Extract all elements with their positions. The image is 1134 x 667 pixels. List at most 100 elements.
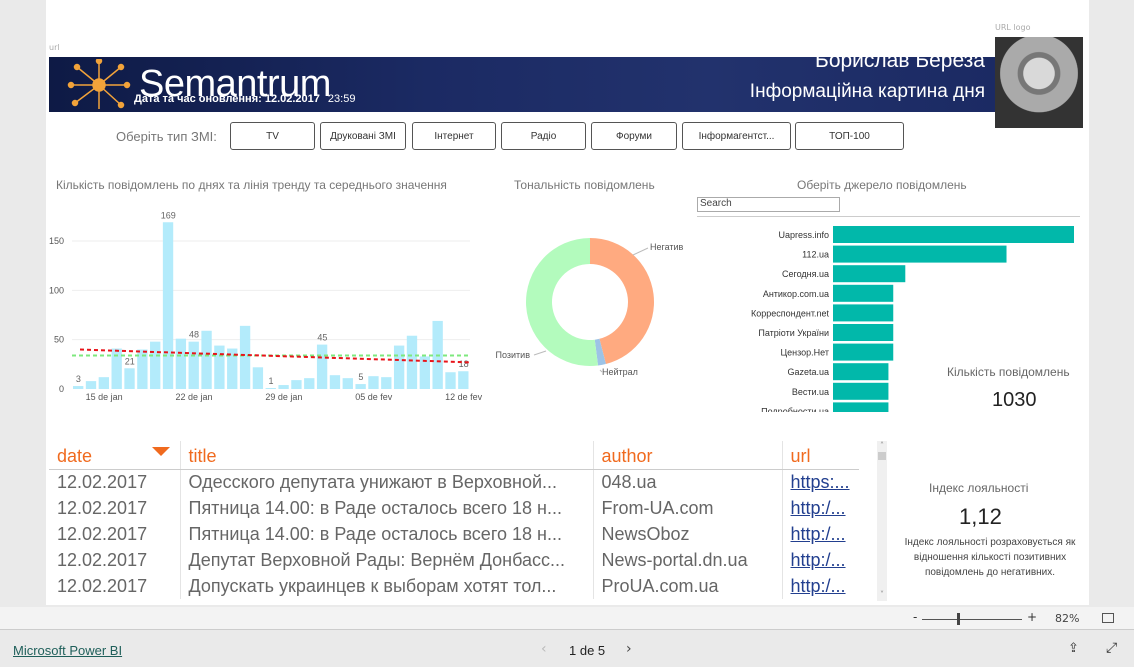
table-row[interactable]: 12.02.2017 Депутат Верховной Рады: Вернём…	[49, 547, 859, 573]
source-label: Сегодня.ua	[782, 269, 829, 279]
bar	[393, 345, 405, 389]
zoom-level: 82%	[1055, 612, 1080, 625]
footer-bar: Microsoft Power BI ‹ 1 de 5 › ⇪ ⤢	[0, 631, 1134, 667]
person-photo	[995, 37, 1083, 128]
cell-date: 12.02.2017	[49, 547, 181, 573]
previous-page-icon[interactable]: ‹	[541, 641, 547, 657]
source-label: 112.ua	[802, 250, 829, 260]
column-header-date-label: date	[57, 446, 93, 467]
column-header-title[interactable]: title	[180, 441, 594, 470]
source-label: Вести.ua	[792, 387, 829, 397]
cell-date: 12.02.2017	[49, 573, 181, 599]
cell-author: News-portal.dn.ua	[593, 547, 783, 573]
donut-slice-Позитив	[526, 238, 599, 366]
cell-url[interactable]: http:/...	[782, 495, 859, 521]
cell-author: ProUA.com.ua	[593, 573, 783, 599]
source-search-input[interactable]: Search	[697, 197, 840, 212]
scroll-down-icon[interactable]: ˅	[877, 590, 887, 599]
report-subtitle: Інформаційна картина дня	[749, 81, 985, 102]
source-bar-chart[interactable]: Uapress.info 112.ua Сегодня.ua Антикор.com.…	[697, 222, 1087, 412]
media-button-print[interactable]: Друковані ЗМІ	[320, 122, 406, 150]
url-label: url	[49, 43, 60, 52]
bar	[316, 344, 328, 389]
cell-url[interactable]: https:...	[782, 469, 859, 495]
fit-to-page-icon[interactable]	[1102, 613, 1114, 623]
url-link[interactable]: https:...	[791, 472, 850, 492]
source-label: Подробности.ua	[761, 406, 829, 412]
cell-author: From-UA.com	[593, 495, 783, 521]
scroll-up-icon[interactable]: ˄	[877, 441, 887, 450]
cell-url[interactable]: http:/...	[782, 547, 859, 573]
count-card-value: 1030	[992, 389, 1037, 411]
table-row[interactable]: 12.02.2017 Пятница 14.00: в Раде осталось…	[49, 495, 859, 521]
sort-descending-icon[interactable]	[151, 447, 170, 456]
media-button-internet[interactable]: Інтернет	[412, 122, 496, 150]
x-tick-label: 22 de jan	[175, 392, 212, 402]
cell-url[interactable]: http:/...	[782, 573, 859, 599]
source-label: Gazeta.ua	[787, 367, 829, 377]
bar	[265, 388, 276, 389]
power-bi-link[interactable]: Microsoft Power BI	[13, 643, 122, 658]
url-link[interactable]: http:/...	[791, 498, 846, 518]
zoom-slider[interactable]	[922, 619, 1022, 620]
media-button-tv[interactable]: TV	[230, 122, 315, 150]
y-tick-label: 100	[49, 285, 64, 295]
column-header-author[interactable]: author	[593, 441, 783, 470]
source-label: Антикор.com.ua	[763, 289, 829, 299]
column-header-url[interactable]: url	[782, 441, 859, 470]
person-name: Борислав Береза	[815, 57, 985, 72]
source-bar	[833, 284, 894, 302]
media-button-top100[interactable]: ТОП-100	[795, 122, 904, 150]
cell-title: Допускать украинцев к выборам хотят тол.…	[180, 573, 594, 599]
source-bar	[833, 363, 889, 381]
media-button-agencies[interactable]: Інформагентст...	[682, 122, 791, 150]
bar	[85, 381, 97, 389]
bar	[342, 378, 353, 389]
slice-label: Нейтрал	[602, 367, 638, 377]
table-row[interactable]: 12.02.2017 Допускать украинцев к выборам …	[49, 573, 859, 599]
bar	[458, 371, 469, 389]
bar	[381, 377, 392, 389]
bar	[304, 378, 315, 389]
table-row[interactable]: 12.02.2017 Пятница 14.00: в Раде осталось…	[49, 521, 859, 547]
media-button-radio[interactable]: Радіо	[501, 122, 586, 150]
bar	[162, 222, 174, 389]
bar	[355, 384, 366, 389]
slice-label: Позитив	[496, 350, 531, 360]
source-bar	[833, 304, 894, 322]
slice-label: Негатив	[650, 242, 684, 252]
column-header-date[interactable]: date	[49, 441, 181, 470]
y-tick-label: 150	[49, 236, 64, 246]
bar	[329, 375, 341, 389]
cell-author: 048.ua	[593, 469, 783, 495]
share-icon[interactable]: ⇪	[1068, 641, 1079, 656]
loyalty-value: 1,12	[959, 504, 1002, 529]
data-label: 48	[189, 330, 199, 340]
scrollbar-thumb[interactable]	[878, 452, 886, 460]
url-link[interactable]: http:/...	[791, 550, 846, 570]
url-link[interactable]: http:/...	[791, 576, 846, 596]
bar	[291, 380, 302, 389]
cell-url[interactable]: http:/...	[782, 521, 859, 547]
zoom-in-button[interactable]: +	[1027, 610, 1037, 624]
bar	[368, 376, 379, 389]
table-row[interactable]: 12.02.2017 Одесского депутата унижают в В…	[49, 469, 859, 495]
table-scrollbar[interactable]: ˄ ˅	[877, 441, 887, 601]
fullscreen-icon[interactable]: ⤢	[1106, 640, 1117, 656]
zoom-slider-thumb[interactable]	[957, 613, 960, 625]
cell-author: NewsOboz	[593, 521, 783, 547]
zoom-out-button[interactable]: -	[913, 610, 917, 624]
media-button-forums[interactable]: Форуми	[591, 122, 677, 150]
url-link[interactable]: http:/...	[791, 524, 846, 544]
loyalty-label: Індекс лояльності	[929, 481, 1029, 495]
bar	[214, 345, 225, 389]
data-label: 18	[459, 359, 469, 369]
bar	[98, 377, 110, 389]
media-type-label: Оберіть тип ЗМІ:	[116, 129, 217, 144]
next-page-icon[interactable]: ›	[626, 641, 632, 657]
tone-chart-title: Тональність повідомлень	[514, 178, 655, 192]
daily-messages-chart[interactable]: 0 50 100 150 3 21 169 48 1 45 5 18 15 de jan 22 de ja…	[40, 195, 490, 410]
tone-donut-chart[interactable]: Негатив Нейтрал Позитив	[490, 220, 690, 390]
source-label: Uapress.info	[778, 230, 829, 240]
bar	[406, 335, 418, 389]
